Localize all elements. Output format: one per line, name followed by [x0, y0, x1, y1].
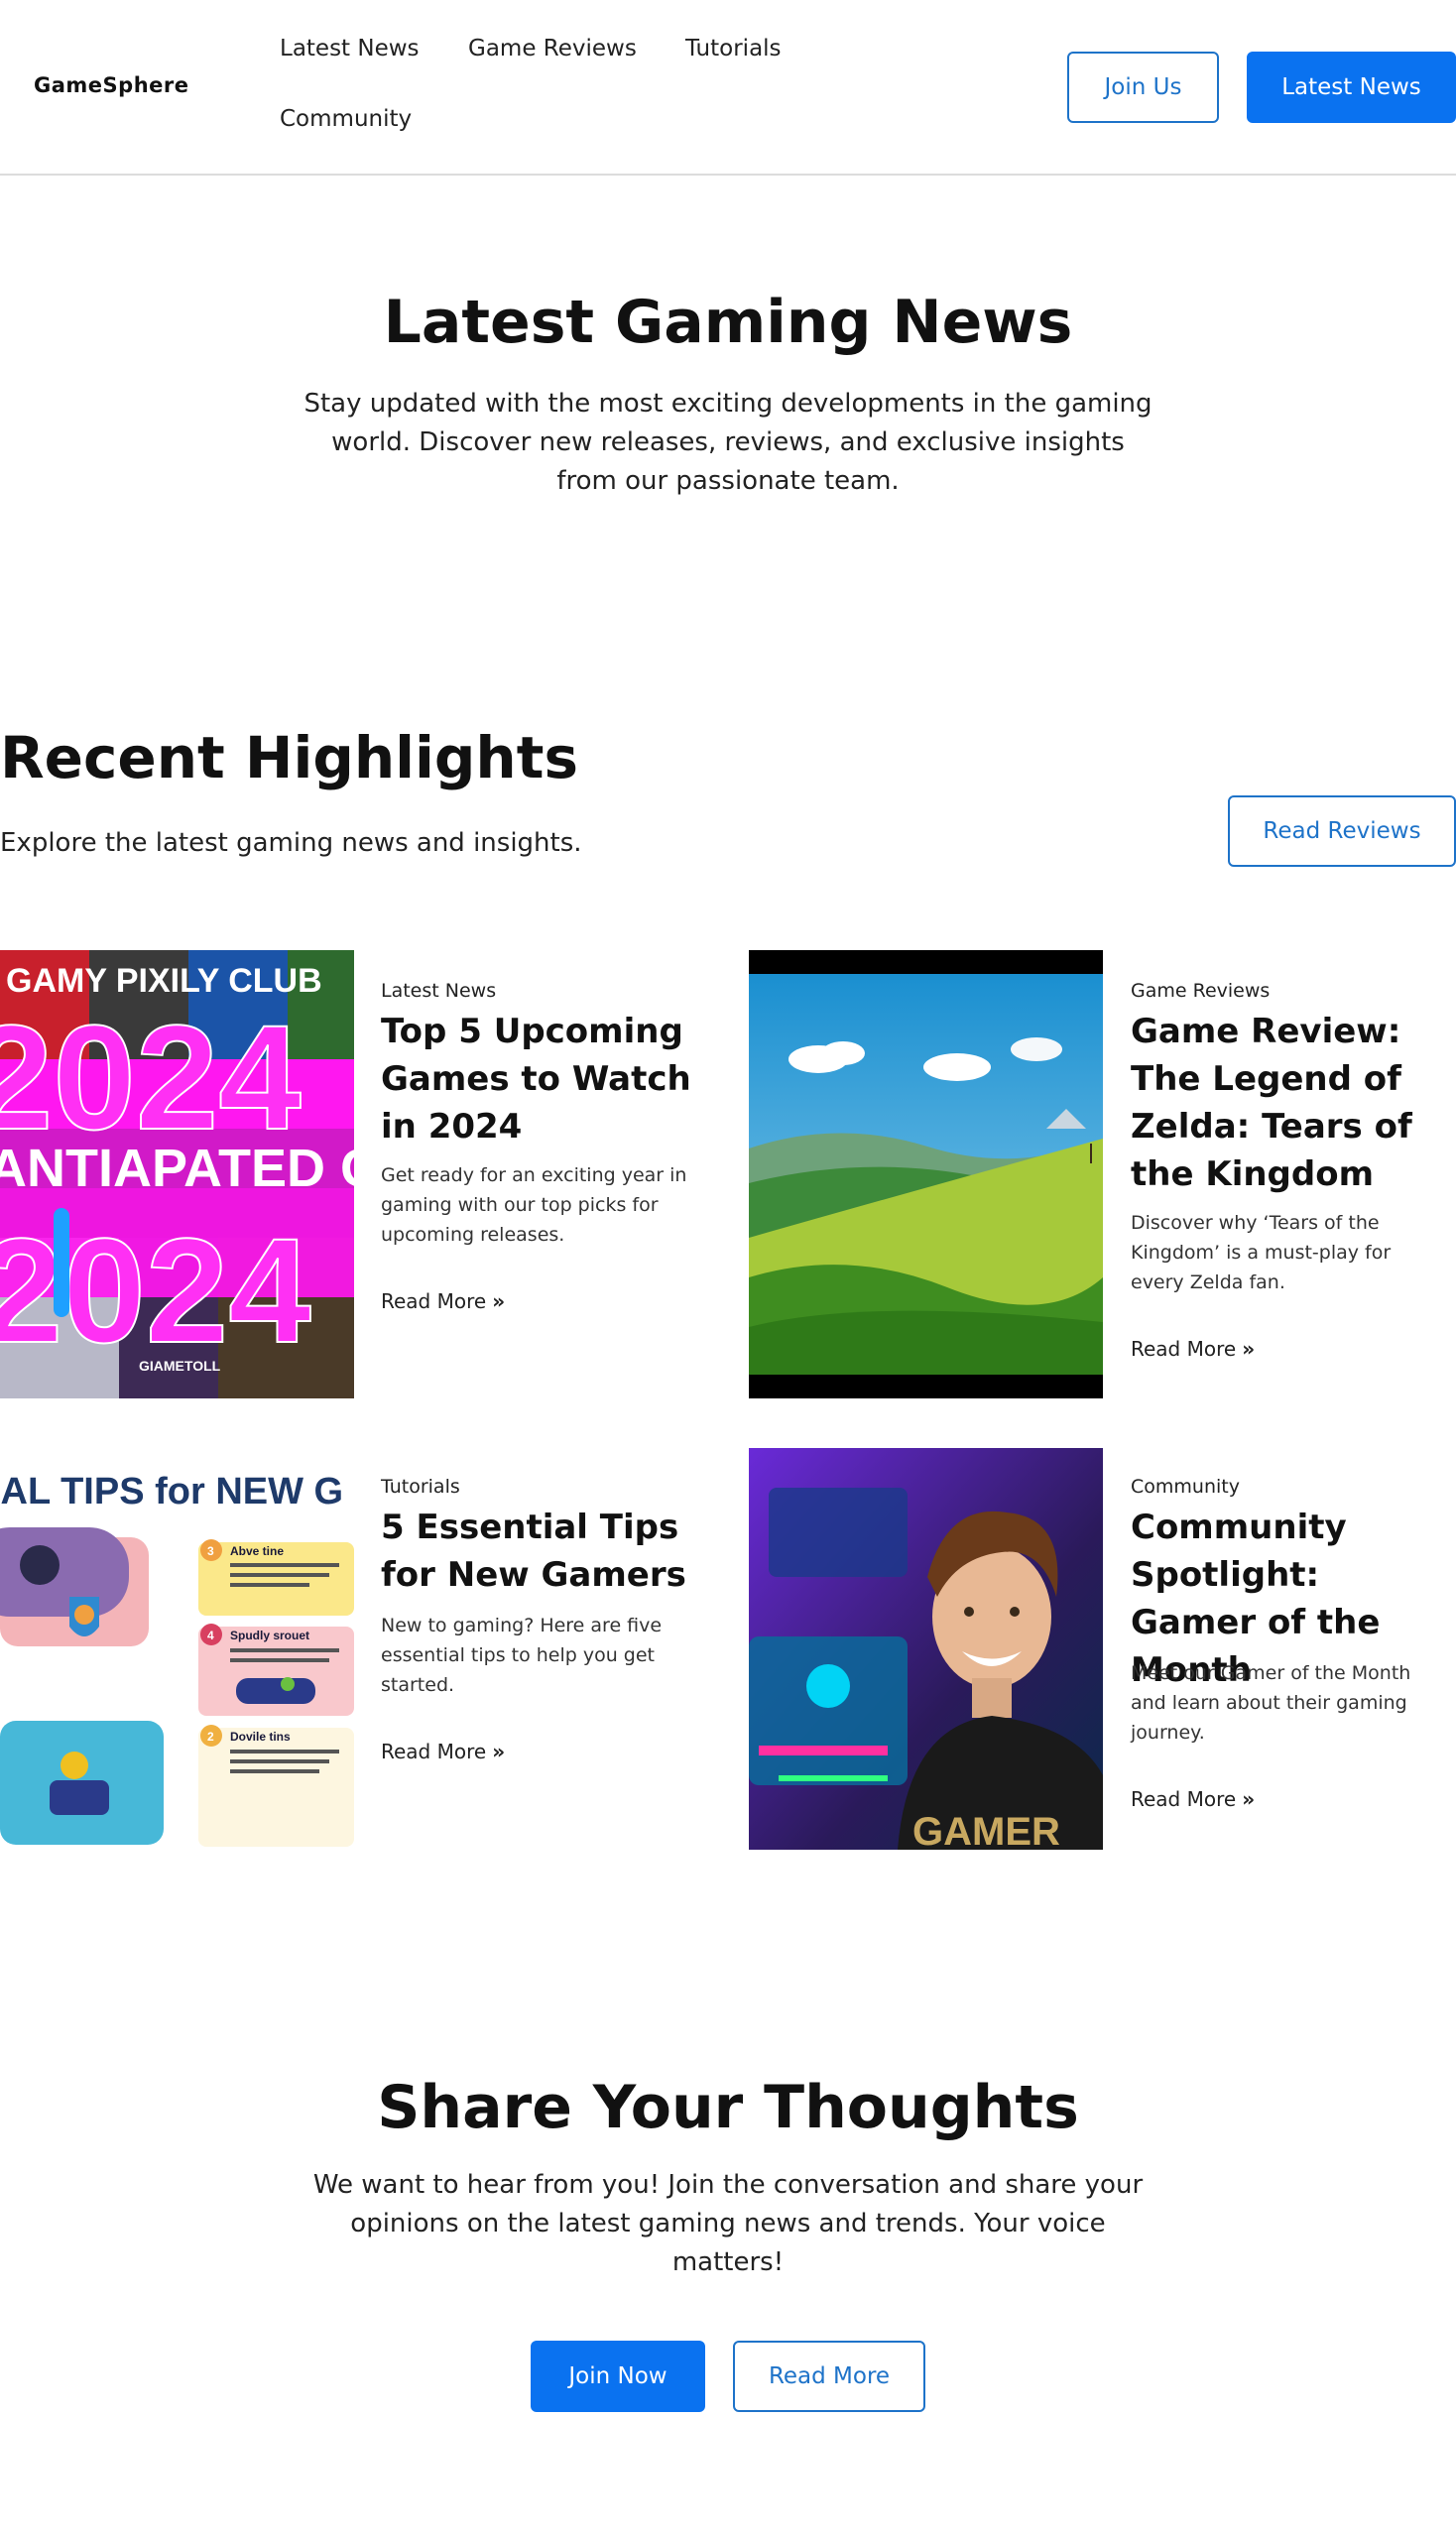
double-chevron-right-icon: »	[1242, 1787, 1256, 1811]
nav-game-reviews[interactable]: Game Reviews	[468, 36, 637, 61]
card-category: Tutorials	[381, 1476, 460, 1498]
tip-number: 2	[207, 1730, 214, 1744]
card-category: Game Reviews	[1131, 980, 1271, 1002]
read-more-link[interactable]: Read More»	[1131, 1787, 1255, 1811]
collage-text-anticipated: ANTIAPATED G	[0, 1139, 354, 1198]
tip-number: 3	[207, 1544, 214, 1558]
card-description: Discover why ‘Tears of the Kingdom’ is a…	[1131, 1212, 1392, 1293]
read-reviews-button[interactable]: Read Reviews	[1228, 795, 1456, 867]
tips-infographic-illustration: IAL TIPS for NEW G 3 Abve tine 4 Spudly …	[0, 1448, 354, 1850]
read-more-link[interactable]: Read More»	[381, 1740, 505, 1763]
card-image-upcoming-games[interactable]: GAMY PIXILY CLUB 2024 ANTIAPATED G 2024 …	[0, 950, 354, 1398]
hero-title: Latest Gaming News	[383, 288, 1073, 357]
read-more-button[interactable]: Read More	[733, 2341, 925, 2412]
tip-title: Dovile tins	[230, 1730, 291, 1744]
latest-news-button[interactable]: Latest News	[1247, 52, 1456, 123]
read-more-label: Read More	[381, 1289, 487, 1313]
double-chevron-right-icon: »	[1242, 1337, 1256, 1361]
card-image-zelda-review[interactable]	[749, 950, 1103, 1398]
card-description: Get ready for an exciting year in gaming…	[381, 1164, 687, 1246]
double-chevron-right-icon: »	[492, 1740, 506, 1763]
read-more-link[interactable]: Read More»	[1131, 1337, 1255, 1361]
card-title[interactable]: Game Review: The Legend of Zelda: Tears …	[1131, 1008, 1456, 1198]
card-category: Latest News	[381, 980, 497, 1002]
card-image-community-spotlight[interactable]: GAMER	[749, 1448, 1103, 1850]
nav-latest-news[interactable]: Latest News	[280, 36, 420, 61]
highlights-subtitle: Explore the latest gaming news and insig…	[0, 828, 582, 858]
join-now-button[interactable]: Join Now	[531, 2341, 705, 2412]
gamer-portrait-illustration: GAMER	[749, 1448, 1103, 1850]
collage-text-gametoll: GIAMETOLL	[139, 1358, 221, 1374]
tip-title: Abve tine	[230, 1544, 284, 1558]
card-title[interactable]: Top 5 Upcoming Games to Watch in 2024	[381, 1008, 708, 1150]
nav-tutorials[interactable]: Tutorials	[685, 36, 782, 61]
collage-text-year-bottom: 2024	[0, 1207, 311, 1374]
tip-number: 4	[207, 1629, 214, 1642]
highlights-title: Recent Highlights	[0, 724, 578, 791]
site-logo[interactable]: GameSphere	[34, 73, 188, 97]
read-more-label: Read More	[381, 1740, 487, 1763]
double-chevron-right-icon: »	[492, 1289, 506, 1313]
share-title: Share Your Thoughts	[377, 2073, 1079, 2142]
games-collage-illustration: GAMY PIXILY CLUB 2024 ANTIAPATED G 2024 …	[0, 950, 354, 1398]
landscape-illustration	[749, 950, 1103, 1398]
read-more-label: Read More	[1131, 1787, 1237, 1811]
read-more-link[interactable]: Read More»	[381, 1289, 505, 1313]
tip-title: Spudly srouet	[230, 1629, 309, 1642]
site-header: GameSphere Latest News Game Reviews Tuto…	[0, 0, 1456, 176]
tips-banner-text: IAL TIPS for NEW G	[0, 1471, 343, 1512]
shirt-text: GAMER	[912, 1810, 1060, 1850]
card-description: Meet our Gamer of the Month and learn ab…	[1131, 1662, 1411, 1744]
hero-text: Stay updated with the most exciting deve…	[303, 389, 1153, 496]
card-category: Community	[1131, 1476, 1240, 1498]
collage-text-year-top: 2024	[0, 994, 302, 1160]
share-text: We want to hear from you! Join the conve…	[312, 2170, 1144, 2277]
join-us-button[interactable]: Join Us	[1067, 52, 1219, 123]
card-description: New to gaming? Here are five essential t…	[381, 1615, 663, 1696]
card-title[interactable]: 5 Essential Tips for New Gamers	[381, 1504, 708, 1599]
card-image-gamer-tips[interactable]: IAL TIPS for NEW G 3 Abve tine 4 Spudly …	[0, 1448, 354, 1850]
read-more-label: Read More	[1131, 1337, 1237, 1361]
nav-community[interactable]: Community	[280, 106, 412, 132]
